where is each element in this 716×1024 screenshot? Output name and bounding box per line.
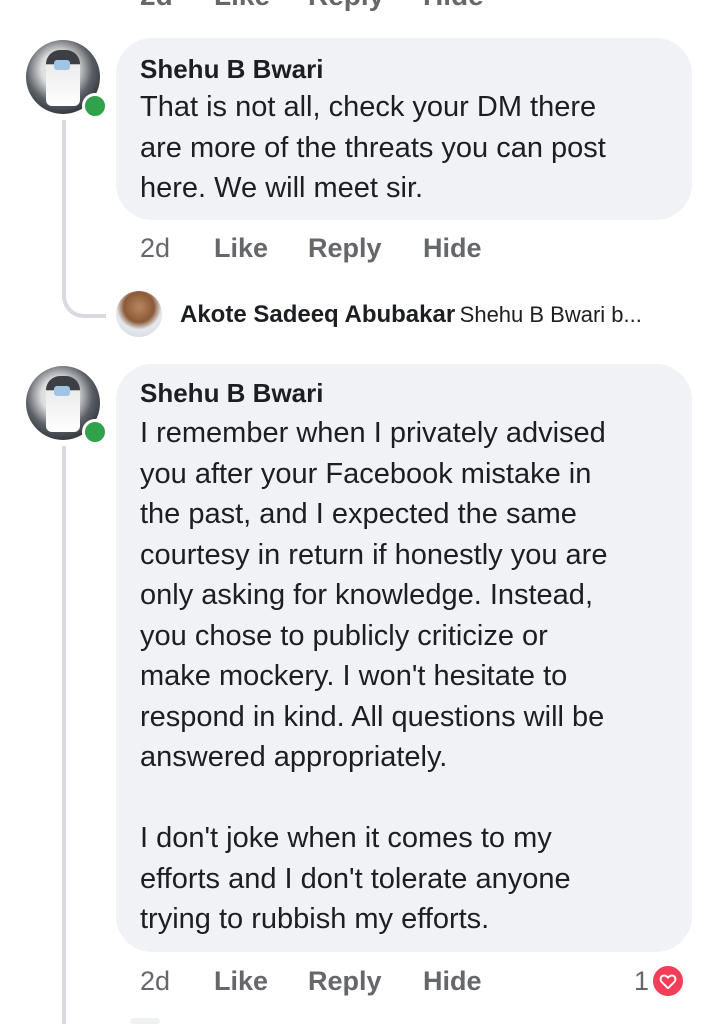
reply-avatar[interactable] xyxy=(116,291,162,337)
comment-time[interactable]: 2d xyxy=(140,233,170,264)
reaction-summary[interactable]: 1 xyxy=(634,964,686,998)
comment-actions: 2d Like Reply Hide xyxy=(140,966,700,1000)
next-item xyxy=(130,1018,160,1024)
comment-bubble: Shehu B Bwari I remember when I privatel… xyxy=(116,364,692,952)
reply-author[interactable]: Akote Sadeeq Abubakar xyxy=(180,301,455,328)
comment-text: I remember when I privately advised you … xyxy=(140,417,608,935)
previous-reply-button[interactable]: Reply xyxy=(308,0,384,12)
comment-bubble: Shehu B Bwari That is not all, check you… xyxy=(116,38,692,220)
reply-preview[interactable]: Akote Sadeeq Abubakar Shehu B Bwari b... xyxy=(180,301,710,329)
previous-like-button[interactable]: Like xyxy=(214,0,270,12)
heart-icon xyxy=(651,964,686,998)
previous-hide-button[interactable]: Hide xyxy=(423,0,484,12)
thread-line xyxy=(62,446,66,1024)
comment-author[interactable]: Shehu B Bwari xyxy=(140,54,323,85)
reply-button[interactable]: Reply xyxy=(308,966,382,997)
reply-button[interactable]: Reply xyxy=(308,233,382,264)
like-button[interactable]: Like xyxy=(214,966,268,997)
online-status-icon xyxy=(82,419,108,445)
hide-button[interactable]: Hide xyxy=(423,233,482,264)
online-status-icon xyxy=(82,93,108,119)
comment-text: That is not all, check your DM there are… xyxy=(140,91,606,204)
hide-button[interactable]: Hide xyxy=(423,966,482,997)
comment-time[interactable]: 2d xyxy=(140,966,170,997)
reaction-count: 1 xyxy=(634,965,650,996)
comment-actions: 2d Like Reply Hide xyxy=(140,233,540,267)
previous-time: 2d xyxy=(140,0,173,12)
thread-connector xyxy=(62,268,106,318)
reply-snippet: Shehu B Bwari b... xyxy=(459,302,642,327)
like-button[interactable]: Like xyxy=(214,233,268,264)
previous-comment-actions: 2d Like Reply Hide xyxy=(0,0,716,12)
comment-author[interactable]: Shehu B Bwari xyxy=(140,378,323,409)
